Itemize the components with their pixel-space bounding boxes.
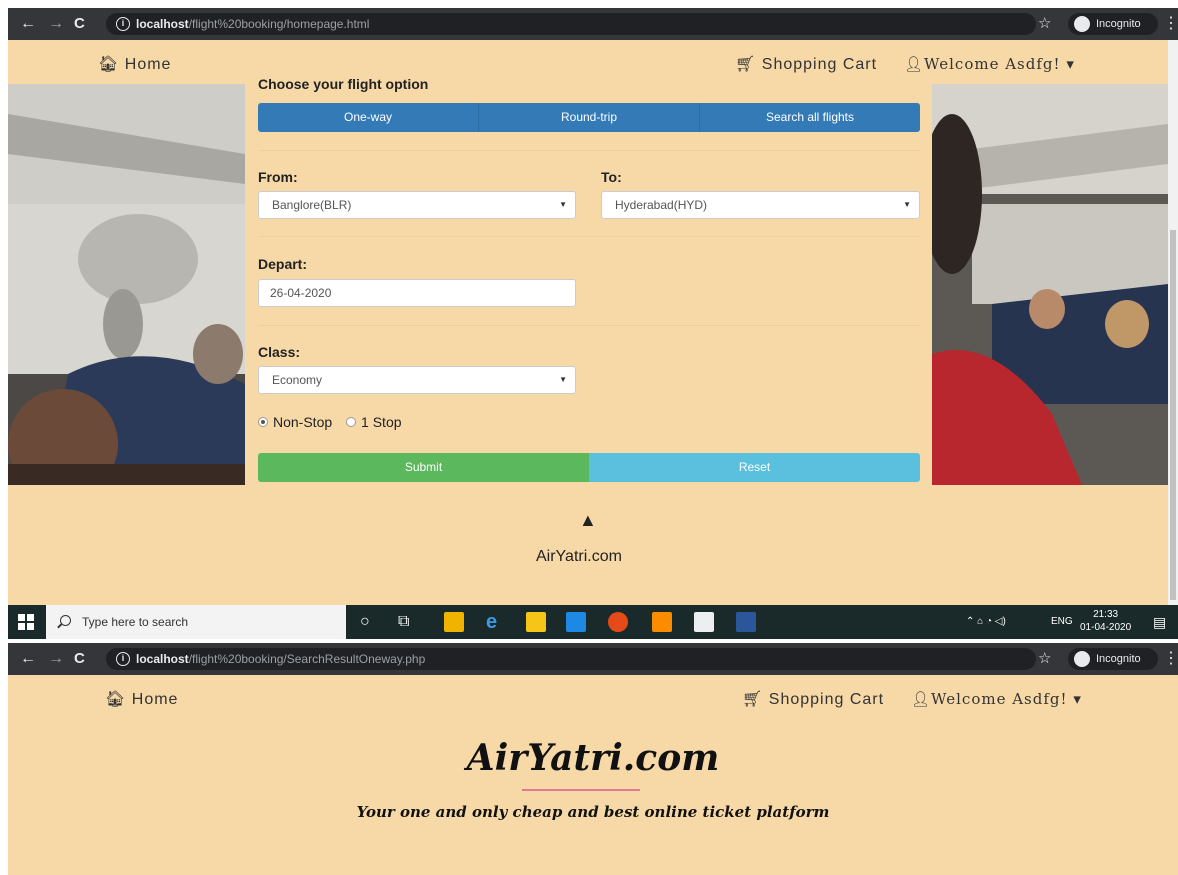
bookmark-star-icon[interactable]: ☆ (1038, 643, 1051, 675)
forward-arrow-icon[interactable]: → (48, 8, 64, 40)
reset-button[interactable]: Reset (589, 453, 920, 482)
select-arrow-icon: ▼ (903, 200, 911, 209)
user-menu-dropdown[interactable]: 👤︎Welcome Asdfg! ▾ (904, 55, 1075, 73)
scroll-to-top-chevron-icon[interactable]: ▲ (579, 510, 597, 531)
cabin-photo-left (8, 84, 245, 485)
notification-icon[interactable]: ▤ (1153, 605, 1166, 639)
divider (258, 150, 920, 151)
select-arrow-icon: ▼ (559, 375, 567, 384)
store-icon[interactable] (444, 612, 464, 632)
browser-toolbar-2: ← → C i localhost/flight%20booking/Searc… (8, 643, 1178, 675)
tab-one-way[interactable]: One-way (258, 103, 479, 132)
class-label: Class: (258, 344, 301, 360)
search-result-viewport: 🏠︎ Home 🛒︎ Shopping Cart 👤︎Welcome Asdfg… (8, 675, 1178, 875)
homepage-viewport: 🏠︎ Home 🛒︎ Shopping Cart 👤︎Welcome Asdfg… (8, 40, 1168, 605)
word-icon[interactable] (736, 612, 756, 632)
divider (258, 325, 920, 326)
forward-arrow-icon[interactable]: → (48, 643, 64, 675)
back-arrow-icon[interactable]: ← (20, 8, 36, 40)
chrome-icon[interactable] (608, 612, 628, 632)
hero-title: AirYatri.com (466, 737, 720, 779)
home-icon: 🏠︎ (98, 56, 120, 73)
task-view-icon[interactable]: ⧉ (398, 605, 409, 639)
taskbar-search-box[interactable]: Type here to search (46, 605, 346, 639)
tray-icons[interactable]: ⌃ ⌂ ◔ ◁) (966, 605, 1006, 639)
edge-icon[interactable]: e (486, 605, 497, 639)
search-icon (60, 615, 71, 626)
select-arrow-icon: ▼ (559, 200, 567, 209)
reload-icon[interactable]: C (74, 643, 85, 675)
mail-icon[interactable] (566, 612, 586, 632)
address-url[interactable]: localhost/flight%20booking/SearchResultO… (136, 643, 425, 675)
depart-date-input[interactable]: 26-04-2020 (258, 279, 576, 307)
footer-brand: AirYatri.com (536, 548, 622, 565)
caret-down-icon: ▾ (1066, 55, 1075, 73)
site-info-icon[interactable]: i (116, 17, 130, 31)
non-stop-label: Non-Stop (273, 414, 333, 430)
browser-toolbar-1: ← → C i localhost/flight%20booking/homep… (8, 8, 1178, 40)
flight-option-heading: Choose your flight option (258, 76, 429, 92)
user-icon: 👤︎ (904, 55, 925, 73)
tab-search-all-flights[interactable]: Search all flights (700, 103, 920, 132)
incognito-badge[interactable]: Incognito (1068, 13, 1158, 35)
cortana-icon[interactable]: ○ (360, 605, 370, 639)
app-icon[interactable] (694, 612, 714, 632)
shopping-cart-link[interactable]: 🛒︎ Shopping Cart (735, 54, 877, 74)
depart-label: Depart: (258, 256, 308, 272)
non-stop-radio[interactable] (258, 417, 268, 428)
cart-icon: 🛒︎ (742, 691, 764, 708)
divider (258, 236, 920, 237)
title-underline (522, 789, 640, 791)
cabin-photo-right (932, 84, 1168, 485)
browser-menu-icon[interactable]: ⋮ (1163, 8, 1178, 40)
one-stop-radio[interactable] (346, 417, 357, 428)
incognito-icon (1074, 16, 1090, 32)
reload-icon[interactable]: C (74, 8, 85, 40)
incognito-badge[interactable]: Incognito (1068, 648, 1158, 670)
home-link[interactable]: 🏠︎ Home (105, 689, 178, 709)
trip-type-tabs: One-way Round-trip Search all flights (258, 103, 920, 132)
from-select[interactable]: Banglore(BLR) ▼ (258, 191, 576, 219)
to-select[interactable]: Hyderabad(HYD) ▼ (601, 191, 920, 219)
stops-radio-group: Non-Stop 1 Stop (258, 414, 402, 430)
home-icon: 🏠︎ (105, 691, 127, 708)
one-stop-label: 1 Stop (361, 414, 402, 430)
windows-taskbar: Type here to search ○ ⧉ e ⌃ ⌂ ◔ ◁) ENG 2… (8, 605, 1178, 639)
language-indicator[interactable]: ENG (1051, 605, 1073, 639)
taskbar-clock[interactable]: 21:33 01-04-2020 (1080, 608, 1131, 634)
cart-icon: 🛒︎ (735, 56, 757, 73)
site-info-icon[interactable]: i (116, 652, 130, 666)
class-select[interactable]: Economy ▼ (258, 366, 576, 394)
bookmark-star-icon[interactable]: ☆ (1038, 8, 1051, 40)
submit-button[interactable]: Submit (258, 453, 589, 482)
page-scrollbar[interactable] (1168, 40, 1178, 605)
incognito-icon (1074, 651, 1090, 667)
windows-start-icon[interactable] (18, 614, 34, 630)
scrollbar-thumb[interactable] (1170, 230, 1176, 600)
user-icon: 👤︎ (911, 690, 932, 708)
browser-menu-icon[interactable]: ⋮ (1163, 643, 1178, 675)
to-label: To: (601, 169, 622, 185)
shopping-cart-link[interactable]: 🛒︎ Shopping Cart (742, 689, 884, 709)
user-menu-dropdown[interactable]: 👤︎Welcome Asdfg! ▾ (911, 690, 1082, 708)
home-link[interactable]: 🏠︎ Home (98, 54, 171, 74)
xampp-icon[interactable] (652, 612, 672, 632)
back-arrow-icon[interactable]: ← (20, 643, 36, 675)
tab-round-trip[interactable]: Round-trip (479, 103, 700, 132)
address-url[interactable]: localhost/flight%20booking/homepage.html (136, 8, 369, 40)
file-explorer-icon[interactable] (526, 612, 546, 632)
caret-down-icon: ▾ (1073, 690, 1082, 708)
from-label: From: (258, 169, 298, 185)
hero-tagline: Your one and only cheap and best online … (356, 803, 830, 821)
